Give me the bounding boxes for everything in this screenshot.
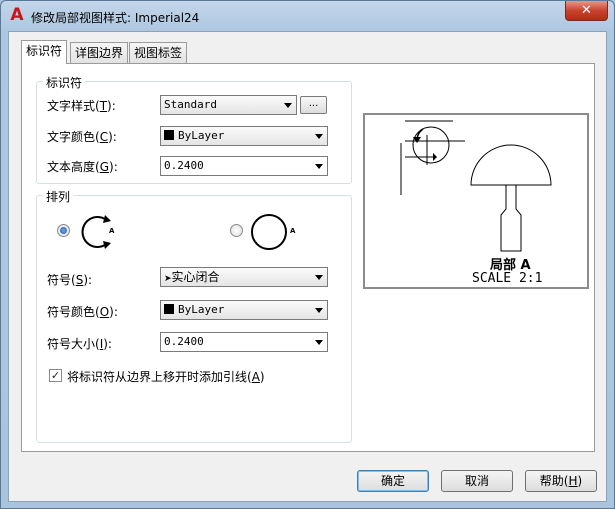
tab-panel: 标识符 文字样式(T): Standard ... 文字颜色(C): ByLay… bbox=[21, 63, 595, 452]
cancel-button[interactable]: 取消 bbox=[441, 470, 513, 492]
symbol-size-label: 符号大小(I): bbox=[47, 337, 112, 351]
preview-scale: SCALE 2:1 bbox=[472, 271, 543, 286]
preview-drawing bbox=[400, 120, 552, 252]
symbol-size-input[interactable]: 0.2400 bbox=[160, 332, 328, 352]
text-style-browse-button[interactable]: ... bbox=[300, 96, 327, 114]
text-style-select[interactable]: Standard bbox=[160, 95, 297, 115]
identifier-group: 标识符 文字样式(T): Standard ... 文字颜色(C): ByLay… bbox=[36, 74, 352, 184]
arrangement-radio-leader[interactable] bbox=[57, 224, 70, 237]
arrangement-group: 排列 A A 符号(S): ➤实心闭合 符号颜色(O): ByLayer 符号大… bbox=[36, 188, 352, 443]
color-swatch bbox=[164, 304, 174, 314]
window-title: 修改局部视图样式: Imperial24 bbox=[31, 11, 200, 25]
add-leader-label: 将标识符从边界上移开时添加引线(A) bbox=[67, 370, 265, 384]
text-style-label: 文字样式(T): bbox=[47, 99, 116, 113]
chevron-down-icon bbox=[315, 275, 323, 280]
filled-arrow-icon: ➤ bbox=[164, 274, 172, 284]
chevron-down-icon bbox=[284, 103, 292, 108]
chevron-down-icon bbox=[315, 134, 323, 139]
title-bar[interactable]: A 修改局部视图样式: Imperial24 ✕ bbox=[1, 1, 614, 31]
help-button[interactable]: 帮助(H) bbox=[525, 470, 597, 492]
arrangement-radio-circle[interactable] bbox=[230, 224, 243, 237]
chevron-down-icon bbox=[315, 340, 323, 345]
radio1-letter: A bbox=[109, 227, 115, 235]
arrangement-group-label: 排列 bbox=[43, 188, 74, 205]
symbol-select[interactable]: ➤实心闭合 bbox=[160, 267, 328, 287]
color-swatch bbox=[164, 130, 174, 140]
dialog-client: 标识符 详图边界 视图标签 标识符 文字样式(T): Standard ... … bbox=[8, 31, 607, 502]
text-color-select[interactable]: ByLayer bbox=[160, 126, 328, 146]
tab-detail-boundary[interactable]: 详图边界 bbox=[70, 42, 129, 63]
dialog-window: A 修改局部视图样式: Imperial24 ✕ 标识符 详图边界 视图标签 标… bbox=[0, 0, 615, 509]
tab-view-label[interactable]: 视图标签 bbox=[129, 42, 188, 63]
identifier-group-label: 标识符 bbox=[43, 74, 86, 91]
radio2-letter: A bbox=[290, 227, 296, 235]
autocad-logo-icon: A bbox=[10, 5, 24, 25]
text-color-label: 文字颜色(C): bbox=[47, 130, 117, 144]
tab-identifier[interactable]: 标识符 bbox=[21, 40, 68, 64]
symbol-color-label: 符号颜色(O): bbox=[47, 305, 118, 319]
preview-panel: 局部 A SCALE 2:1 bbox=[363, 113, 589, 289]
ok-button[interactable]: 确定 bbox=[357, 470, 429, 492]
chevron-down-icon bbox=[315, 164, 323, 169]
add-leader-checkbox[interactable]: ✓ bbox=[49, 369, 62, 382]
text-height-input[interactable]: 0.2400 bbox=[160, 156, 328, 176]
close-button[interactable]: ✕ bbox=[565, 1, 608, 21]
symbol-label: 符号(S): bbox=[47, 273, 93, 287]
text-height-label: 文本高度(G): bbox=[47, 160, 118, 174]
circle-icon bbox=[251, 214, 287, 250]
symbol-color-select[interactable]: ByLayer bbox=[160, 300, 328, 320]
chevron-down-icon bbox=[315, 308, 323, 313]
